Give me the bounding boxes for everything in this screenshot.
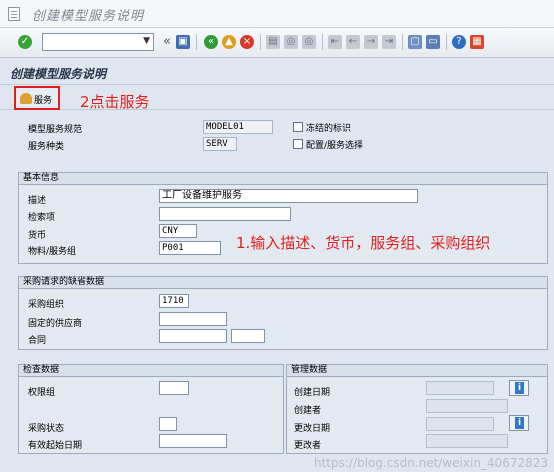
changed-by-field — [426, 434, 508, 448]
chevron-down-icon[interactable]: ▼ — [143, 36, 150, 46]
first-page-icon[interactable]: ⇤ — [328, 35, 342, 49]
check-icon[interactable]: ✓ — [18, 35, 32, 49]
config-checkbox[interactable] — [293, 139, 303, 149]
search-term-label: 检索项 — [28, 213, 56, 223]
last-page-icon[interactable]: ⇥ — [382, 35, 396, 49]
window-title: 创建模型服务说明 — [32, 9, 145, 24]
desc-label: 描述 — [28, 196, 47, 206]
command-field[interactable]: ▼ — [42, 33, 154, 51]
currency-input[interactable]: CNY — [159, 224, 197, 238]
contract-input[interactable] — [159, 329, 227, 343]
exit-icon[interactable]: ▲ — [222, 35, 236, 49]
system-toolbar: ✓ ▼ « ▣ « ▲ × ▤ ◎ ◎ ⇤ ← → ⇥ ▢ ▭ ? ▦ — [0, 28, 554, 58]
find-next-icon[interactable]: ◎ — [302, 35, 316, 49]
print-icon[interactable]: ▤ — [266, 35, 280, 49]
info-icon: i — [515, 417, 524, 429]
created-by-label: 创建者 — [294, 406, 322, 416]
contract-label: 合同 — [28, 336, 47, 346]
back-icon[interactable]: « — [204, 35, 218, 49]
auth-group-label: 权限组 — [28, 388, 56, 398]
menu-icon[interactable] — [8, 7, 20, 21]
shortcut-icon[interactable]: ▭ — [426, 35, 440, 49]
created-on-field — [426, 381, 494, 395]
spec-label: 模型服务规范 — [28, 125, 83, 135]
changed-info-button[interactable]: i — [509, 415, 529, 431]
purch-status-input[interactable] — [159, 417, 177, 431]
description-input[interactable]: 工厂设备维护服务 — [159, 189, 418, 203]
search-term-input[interactable] — [159, 207, 291, 221]
next-page-icon[interactable]: → — [364, 35, 378, 49]
purchase-defaults-group: 采购请求的缺省数据 — [18, 276, 548, 350]
page-title: 创建模型服务说明 — [10, 67, 107, 81]
layout-icon[interactable]: ▦ — [470, 35, 484, 49]
service-button-label: 服务 — [34, 96, 53, 106]
spec-field[interactable]: MODEL01 — [203, 120, 273, 134]
valid-from-input[interactable] — [159, 434, 227, 448]
admin-data-title: 管理数据 — [287, 365, 547, 377]
created-by-field — [426, 399, 508, 413]
frozen-checkbox[interactable] — [293, 122, 303, 132]
service-button[interactable]: 服务 — [14, 86, 60, 110]
collapse-icon[interactable]: « — [160, 35, 174, 49]
annotation-click-service: 2点击服务 — [80, 93, 150, 111]
prev-page-icon[interactable]: ← — [346, 35, 360, 49]
changed-on-label: 更改日期 — [294, 424, 331, 434]
service-group-label: 物料/服务组 — [28, 247, 77, 257]
created-on-label: 创建日期 — [294, 388, 331, 398]
currency-label: 货币 — [28, 231, 47, 241]
check-data-title: 检查数据 — [19, 365, 283, 377]
help-icon[interactable]: ? — [452, 35, 466, 49]
type-label: 服务种类 — [28, 142, 65, 152]
service-group-input[interactable]: P001 — [159, 241, 221, 255]
valid-from-label: 有效起始日期 — [28, 441, 83, 451]
type-field[interactable]: SERV — [203, 137, 237, 151]
annotation-input-fields: 1.输入描述、货币，服务组、采购组织 — [236, 234, 491, 252]
save-icon[interactable]: ▣ — [176, 35, 190, 49]
info-icon: i — [515, 382, 524, 394]
cancel-icon[interactable]: × — [240, 35, 254, 49]
frozen-label: 冻结的标识 — [306, 124, 352, 134]
service-icon — [20, 93, 32, 104]
changed-by-label: 更改者 — [294, 441, 322, 451]
watermark: https://blog.csdn.net/weixin_40672823 — [313, 456, 548, 470]
auth-group-input[interactable] — [159, 381, 189, 395]
config-label: 配置/服务选择 — [306, 141, 364, 151]
find-icon[interactable]: ◎ — [284, 35, 298, 49]
contract-item-input[interactable] — [231, 329, 265, 343]
purch-org-label: 采购组织 — [28, 300, 65, 310]
new-session-icon[interactable]: ▢ — [408, 35, 422, 49]
admin-data-group: 管理数据 — [286, 364, 548, 454]
fixed-vendor-label: 固定的供应商 — [28, 319, 83, 329]
changed-on-field — [426, 417, 494, 431]
purch-status-label: 采购状态 — [28, 424, 65, 434]
purch-org-input[interactable]: 1710 — [159, 294, 189, 308]
created-info-button[interactable]: i — [509, 380, 529, 396]
basic-info-title: 基本信息 — [19, 173, 547, 185]
screen-header: 创建模型服务说明 — [0, 62, 554, 84]
fixed-vendor-input[interactable] — [159, 312, 227, 326]
purchase-defaults-title: 采购请求的缺省数据 — [19, 277, 547, 289]
title-bar: 创建模型服务说明 — [0, 0, 554, 28]
